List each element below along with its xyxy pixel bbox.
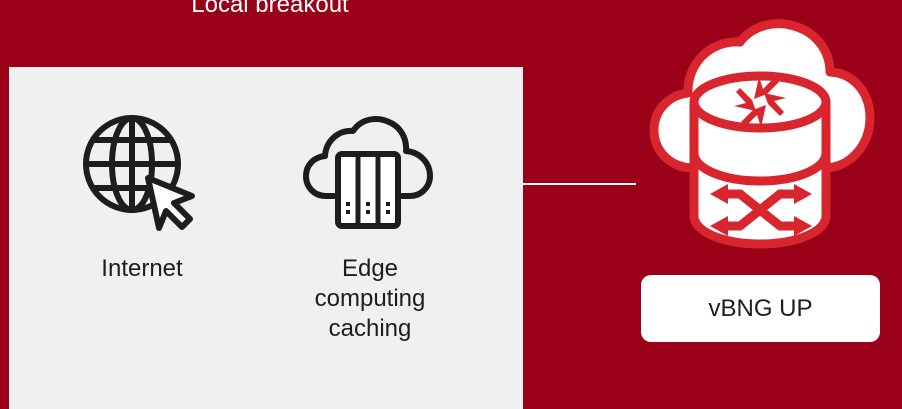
diagram-title: Local breakout (191, 0, 349, 18)
edge-label-line-3: caching (328, 315, 412, 342)
vbng-up-box: vBNG UP (641, 275, 880, 342)
edge-computing-label: Edge computing caching (300, 254, 440, 344)
cloud-server-icon (303, 116, 433, 229)
edge-label-line-1: Edge (341, 255, 399, 282)
connector-line (523, 183, 636, 185)
edge-label-line-2: computing (314, 285, 426, 312)
vbng-up-label: vBNG UP (708, 294, 813, 322)
cloud-router-icon (649, 19, 875, 249)
internet-label: Internet (101, 255, 183, 282)
globe-cursor-icon (83, 115, 195, 231)
